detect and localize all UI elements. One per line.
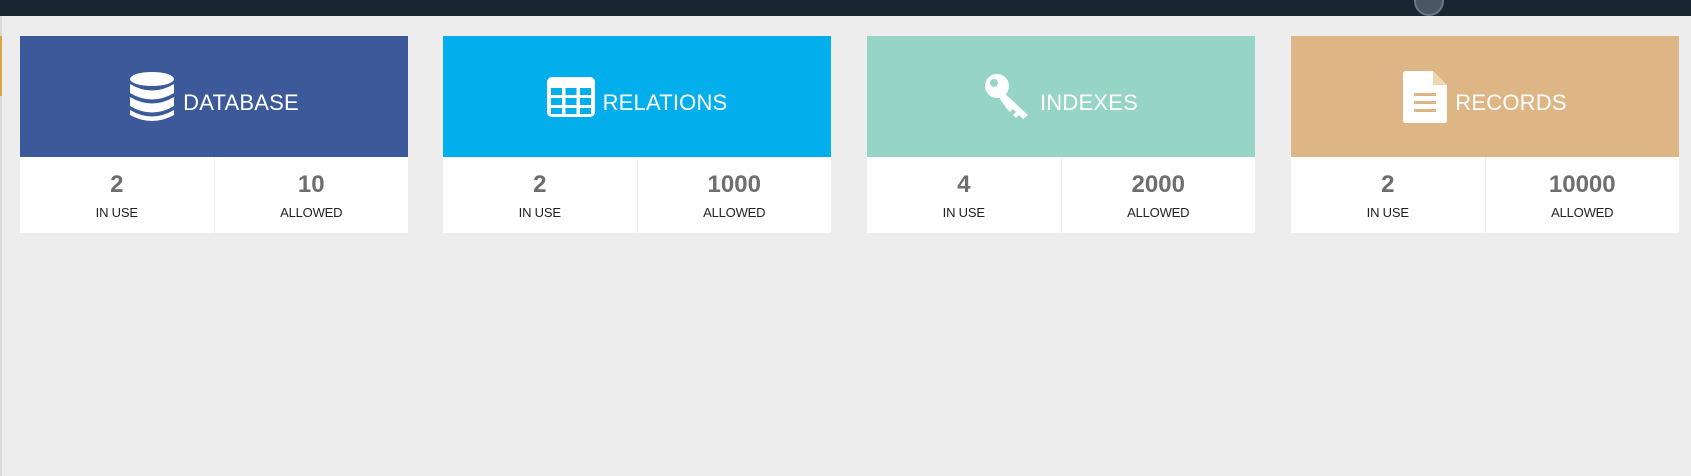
allowed-value: 2000 — [1131, 171, 1185, 198]
card-stats: 4 IN USE 2000 ALLOWED — [867, 157, 1255, 233]
usage-cards: DATABASE 2 IN USE 10 ALLOWED RELATIONS 2… — [20, 36, 1680, 234]
table-grid-icon — [546, 76, 595, 117]
in-use-value: 2 — [1381, 171, 1395, 198]
in-use-stat: 2 IN USE — [443, 157, 637, 233]
allowed-value: 1000 — [707, 171, 761, 198]
in-use-label: IN USE — [95, 205, 138, 220]
card-stats: 2 IN USE 1000 ALLOWED — [443, 157, 831, 233]
card-title: RELATIONS — [602, 89, 728, 115]
key-icon — [984, 73, 1032, 121]
card-title: DATABASE — [183, 89, 299, 115]
in-use-label: IN USE — [518, 205, 561, 220]
allowed-stat: 10 ALLOWED — [213, 157, 409, 233]
document-icon — [1403, 70, 1448, 123]
card-stats: 2 IN USE 10 ALLOWED — [20, 157, 408, 233]
records-card-header: RECORDS — [1291, 36, 1679, 157]
allowed-value: 10000 — [1548, 171, 1616, 198]
records-card[interactable]: RECORDS 2 IN USE 10000 ALLOWED — [1291, 36, 1679, 233]
in-use-value: 2 — [110, 171, 124, 198]
allowed-value: 10 — [297, 171, 325, 198]
in-use-stat: 4 IN USE — [867, 157, 1061, 233]
in-use-stat: 2 IN USE — [1291, 157, 1485, 233]
database-icon — [129, 71, 175, 123]
in-use-stat: 2 IN USE — [20, 157, 214, 233]
card-title: INDEXES — [1040, 89, 1138, 115]
card-title: RECORDS — [1455, 89, 1567, 115]
in-use-label: IN USE — [942, 205, 985, 220]
user-avatar[interactable] — [1414, 0, 1444, 16]
indexes-card[interactable]: INDEXES 4 IN USE 2000 ALLOWED — [867, 36, 1255, 233]
in-use-value: 4 — [957, 171, 971, 198]
sidebar-active-marker — [0, 36, 2, 96]
indexes-card-header: INDEXES — [867, 36, 1255, 157]
in-use-value: 2 — [533, 171, 547, 198]
card-stats: 2 IN USE 10000 ALLOWED — [1291, 157, 1679, 233]
allowed-label: ALLOWED — [1127, 205, 1190, 220]
relations-card-header: RELATIONS — [443, 36, 831, 157]
in-use-label: IN USE — [1366, 205, 1409, 220]
sidebar-edge — [0, 16, 2, 476]
database-card[interactable]: DATABASE 2 IN USE 10 ALLOWED — [20, 36, 408, 233]
allowed-label: ALLOWED — [703, 205, 766, 220]
relations-card[interactable]: RELATIONS 2 IN USE 1000 ALLOWED — [443, 36, 831, 233]
allowed-label: ALLOWED — [1551, 205, 1614, 220]
allowed-stat: 1000 ALLOWED — [636, 157, 832, 233]
allowed-stat: 2000 ALLOWED — [1060, 157, 1256, 233]
allowed-stat: 10000 ALLOWED — [1484, 157, 1680, 233]
top-navbar — [0, 0, 1691, 16]
allowed-label: ALLOWED — [280, 205, 343, 220]
database-card-header: DATABASE — [20, 36, 408, 157]
